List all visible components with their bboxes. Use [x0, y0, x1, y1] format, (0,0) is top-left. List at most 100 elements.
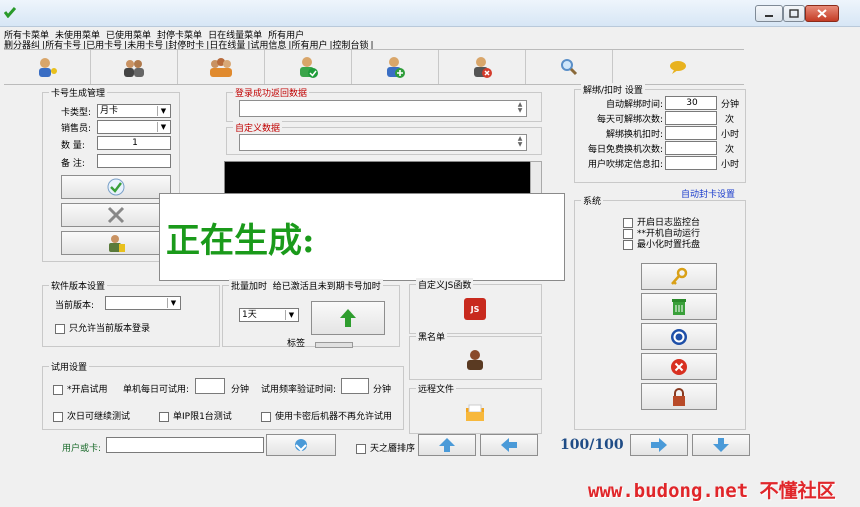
- close-circle-icon: [671, 358, 687, 375]
- checkbox[interactable]: [159, 411, 169, 422]
- version-title: 软件版本设置: [49, 279, 108, 292]
- trial-enable-option[interactable]: *开启试用: [53, 382, 108, 395]
- unbind-deduct-input[interactable]: [665, 126, 717, 140]
- seller-select[interactable]: ▼: [97, 120, 171, 134]
- blacklist-user-icon[interactable]: [464, 347, 486, 374]
- checkbox[interactable]: [53, 384, 63, 395]
- toolbar-button-search[interactable]: [526, 50, 613, 84]
- tag-label: 标签: [287, 339, 306, 349]
- no-trial-after-option[interactable]: 使用卡密后机器不再允许试用: [261, 409, 392, 422]
- cancel-button[interactable]: [641, 353, 717, 380]
- group-icon: [210, 58, 232, 77]
- freq-label: 试用频率验证时间:: [261, 385, 337, 395]
- toolbar-button-user-key[interactable]: [4, 50, 91, 84]
- sort-label: 天之靥排序: [370, 444, 416, 454]
- toolbar-button-user-check[interactable]: [265, 50, 352, 84]
- next-day-option[interactable]: 次日可继续测试: [53, 409, 130, 422]
- version-select[interactable]: ▼: [105, 296, 181, 310]
- auto-seal-link[interactable]: 自动封卡设置: [681, 187, 735, 200]
- delete-button[interactable]: [641, 293, 717, 320]
- system-group: 系统 开启日志监控台 **开机自动运行 最小化时置托盘: [574, 194, 746, 430]
- checkbox[interactable]: [55, 323, 65, 334]
- close-button[interactable]: [805, 5, 839, 22]
- only-current-option[interactable]: 只允许当前版本登录: [55, 321, 150, 334]
- next-page-button[interactable]: [630, 434, 688, 456]
- toolbar-button-user-add[interactable]: [352, 50, 439, 84]
- free-change-input[interactable]: [665, 141, 717, 155]
- tag-slider[interactable]: [315, 342, 353, 348]
- js-icon[interactable]: JS: [464, 298, 486, 320]
- remote-file-group: 远程文件: [409, 382, 542, 434]
- custom-data-group: 自定义数据 ▲ ▼: [226, 121, 542, 155]
- single-ip-label: 单IP限1台测试: [173, 412, 232, 422]
- search-user-button[interactable]: [266, 434, 336, 456]
- note-input[interactable]: [97, 154, 171, 168]
- checkbox[interactable]: [53, 411, 63, 422]
- custom-js-group: 自定义JS函数 JS: [409, 278, 542, 334]
- chevron-down-icon: ▼: [157, 106, 169, 116]
- checkbox[interactable]: [623, 239, 633, 250]
- sort-option[interactable]: 天之靥排序: [356, 441, 415, 454]
- tools-button[interactable]: [61, 203, 171, 227]
- last-page-button[interactable]: [692, 434, 750, 456]
- note-label: 备 注:: [61, 159, 85, 169]
- qty-input[interactable]: 1: [97, 136, 171, 150]
- qty-label: 数 量:: [61, 141, 85, 151]
- minutes-unit: 分钟: [231, 385, 250, 395]
- trial-group: 试用设置 *开启试用 单机每日可试用: 分钟 试用频率验证时间: 分钟 次日可继…: [42, 360, 404, 430]
- card-type-select[interactable]: 月卡 ▼: [97, 104, 171, 118]
- tray-option[interactable]: 最小化时置托盘: [623, 237, 700, 250]
- maximize-button[interactable]: [783, 5, 805, 22]
- unbind-unit: 小时: [721, 130, 740, 140]
- batch-duration-select[interactable]: 1天 ▼: [239, 308, 299, 322]
- per-machine-input[interactable]: [195, 378, 225, 394]
- overlay-text: 正在生成:: [166, 220, 315, 261]
- auto-unbind-input[interactable]: 30: [665, 96, 717, 110]
- no-trial-after-label: 使用卡密后机器不再允许试用: [275, 412, 393, 422]
- per-machine-label: 单机每日可试用:: [123, 385, 190, 395]
- checkbox[interactable]: [356, 443, 366, 454]
- lock-button[interactable]: [641, 383, 717, 410]
- chevron-down-icon: ▼: [157, 122, 169, 132]
- minimize-button[interactable]: [755, 5, 783, 22]
- folder-icon[interactable]: [464, 403, 486, 426]
- first-page-button[interactable]: [418, 434, 476, 456]
- unbind-group: 解绑/扣时 设置 自动解绑时间: 30 分钟 每天可解绑次数: 次 解绑换机扣时…: [574, 83, 746, 183]
- right-arrow-icon: [651, 438, 667, 452]
- single-ip-option[interactable]: 单IP限1台测试: [159, 409, 232, 422]
- login-return-input[interactable]: ▲ ▼: [239, 100, 527, 117]
- freq-input[interactable]: [341, 378, 369, 394]
- left-arrow-icon: [501, 438, 517, 452]
- prev-page-button[interactable]: [480, 434, 538, 456]
- login-return-group: 登录成功返回数据 ▲ ▼: [226, 86, 542, 122]
- progress-overlay: 正在生成:: [159, 193, 565, 281]
- unbind-unit: 小时: [721, 160, 740, 170]
- card-type-label: 卡类型:: [61, 108, 92, 118]
- checkbox[interactable]: [261, 411, 271, 422]
- key-button[interactable]: [641, 263, 717, 290]
- bind-info-deduct-input[interactable]: [665, 156, 717, 170]
- chat-bubble-icon: [670, 61, 686, 74]
- user-edit-button[interactable]: [61, 231, 171, 255]
- login-return-title: 登录成功返回数据: [233, 86, 310, 99]
- user-add-icon: [387, 57, 405, 78]
- user-or-card-input[interactable]: [106, 437, 264, 453]
- batch-desc: 给已激活且未到期卡号加时: [272, 282, 381, 292]
- blacklist-group: 黑名单: [409, 330, 542, 380]
- toolbar-button-user-remove[interactable]: [439, 50, 526, 84]
- version-group: 软件版本设置 当前版本: ▼ 只允许当前版本登录: [42, 279, 220, 347]
- minutes-unit: 分钟: [373, 385, 392, 395]
- trial-enable-label: *开启试用: [67, 385, 108, 395]
- batch-title-text: 批量加时: [231, 282, 268, 292]
- toolbar-button-users[interactable]: [91, 50, 178, 84]
- custom-data-input[interactable]: ▲ ▼: [239, 134, 527, 151]
- daily-unbind-input[interactable]: [665, 111, 717, 125]
- generate-button[interactable]: [61, 175, 171, 199]
- toolbar-button-group[interactable]: [178, 50, 265, 84]
- refresh-button[interactable]: [641, 323, 717, 350]
- batch-duration-value: 1天: [242, 310, 257, 320]
- user-edit-icon: [109, 235, 125, 252]
- only-current-label: 只允许当前版本登录: [69, 324, 151, 334]
- batch-add-button[interactable]: [311, 301, 385, 335]
- toolbar-button-chat[interactable]: [613, 50, 743, 84]
